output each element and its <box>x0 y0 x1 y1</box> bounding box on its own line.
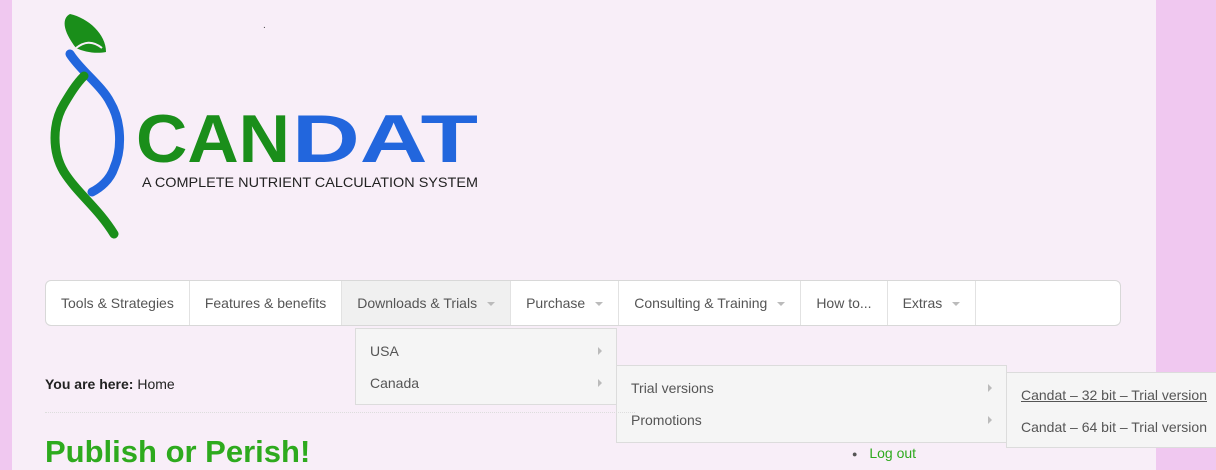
sidebar-logout-item: ● Log out <box>852 445 916 461</box>
candat-logo-graphic: CAN DAT A COMPLETE NUTRIENT CALCULATION … <box>50 14 478 239</box>
dropdown-item-label: Candat – 64 bit – Trial version <box>1021 419 1207 435</box>
header-dot: . <box>263 20 266 31</box>
nav-item-label: Extras <box>902 295 943 311</box>
breadcrumb: You are here: Home <box>45 376 175 392</box>
dropdown-item-trial-versions[interactable]: Trial versions <box>617 372 1006 404</box>
chevron-right-icon <box>988 416 992 424</box>
logo-brand-can: CAN <box>136 101 290 177</box>
logout-link[interactable]: Log out <box>869 445 916 461</box>
dropdown-item-label: Candat – 32 bit – Trial version <box>1021 387 1207 403</box>
main-nav: Tools & Strategies Features & benefits D… <box>45 280 1121 326</box>
chevron-right-icon <box>598 379 602 387</box>
caret-down-icon <box>595 302 604 306</box>
caret-down-icon <box>777 302 786 306</box>
nav-item-downloads-trials[interactable]: Downloads & Trials <box>342 281 512 325</box>
nav-item-consulting-training[interactable]: Consulting & Training <box>619 281 802 325</box>
dropdown-item-candat-64bit[interactable]: Candat – 64 bit – Trial version <box>1007 411 1216 443</box>
page-container: CAN DAT A COMPLETE NUTRIENT CALCULATION … <box>12 0 1216 470</box>
chevron-right-icon <box>598 347 602 355</box>
dropdown-item-label: Trial versions <box>631 380 714 396</box>
bullet-icon: ● <box>852 449 858 460</box>
nav-item-label: Downloads & Trials <box>357 295 478 311</box>
caret-down-icon <box>487 302 496 306</box>
breadcrumb-divider <box>45 412 635 413</box>
nav-item-extras[interactable]: Extras <box>888 281 977 325</box>
nav-item-features-benefits[interactable]: Features & benefits <box>190 281 343 325</box>
canada-submenu: Trial versions Promotions <box>616 365 1007 443</box>
dropdown-item-canada[interactable]: Canada <box>356 367 616 399</box>
caret-down-icon <box>952 302 961 306</box>
nav-item-label: Tools & Strategies <box>61 295 174 311</box>
breadcrumb-prefix: You are here: <box>45 376 134 392</box>
trial-versions-submenu: Candat – 32 bit – Trial version Candat –… <box>1006 372 1216 448</box>
helix-blue-strand <box>65 49 125 197</box>
breadcrumb-current: Home <box>137 376 175 392</box>
chevron-right-icon <box>988 384 992 392</box>
nav-item-label: Consulting & Training <box>634 295 768 311</box>
nav-item-label: Purchase <box>526 295 586 311</box>
dropdown-item-label: USA <box>370 343 399 359</box>
downloads-dropdown: USA Canada <box>355 328 617 405</box>
page-title: Publish or Perish! <box>45 434 311 469</box>
candat-logo[interactable]: CAN DAT A COMPLETE NUTRIENT CALCULATION … <box>40 12 500 240</box>
nav-item-label: How to... <box>816 295 872 311</box>
dropdown-item-candat-32bit[interactable]: Candat – 32 bit – Trial version <box>1007 379 1216 411</box>
nav-item-tools-strategies[interactable]: Tools & Strategies <box>46 281 190 325</box>
nav-item-how-to[interactable]: How to... <box>801 281 888 325</box>
logo-brand-dat: DAT <box>292 101 478 177</box>
dropdown-item-label: Canada <box>370 375 420 391</box>
dropdown-item-usa[interactable]: USA <box>356 335 616 367</box>
dropdown-item-label: Promotions <box>631 412 702 428</box>
logo-tagline: A COMPLETE NUTRIENT CALCULATION SYSTEM <box>142 174 478 190</box>
nav-item-purchase[interactable]: Purchase <box>511 281 620 325</box>
dropdown-item-promotions[interactable]: Promotions <box>617 404 1006 436</box>
nav-item-label: Features & benefits <box>204 295 327 311</box>
